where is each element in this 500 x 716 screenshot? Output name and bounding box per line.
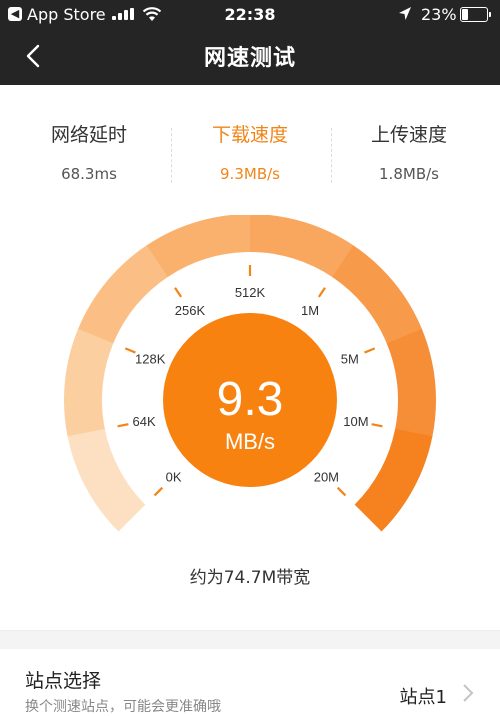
gauge-tick xyxy=(317,287,326,298)
gauge-tick xyxy=(364,347,376,354)
stat-latency-label: 网络延时 xyxy=(50,124,127,146)
battery-fill xyxy=(462,9,468,20)
status-bar: ◀ App Store 22:38 23% xyxy=(0,0,500,30)
gauge-tick-label: 1M xyxy=(301,303,319,318)
stat-latency-value: 68.3ms xyxy=(61,165,117,183)
battery-percentage: 23% xyxy=(421,5,457,24)
site-selection-row[interactable]: 站点选择 换个测速站点，可能会更准确哦 站点1 xyxy=(0,649,500,715)
gauge-tick xyxy=(371,423,383,428)
gauge-segment xyxy=(78,244,169,344)
gauge-tick-label: 0K xyxy=(166,469,182,484)
gauge-tick-label: 5M xyxy=(341,352,359,367)
gauge-tick-label: 20M xyxy=(314,469,339,484)
stat-download-value: 9.3MB/s xyxy=(220,165,280,183)
gauge-speed-value: 9.3 xyxy=(217,373,284,426)
bandwidth-estimate: 约为74.7M带宽 xyxy=(189,568,311,588)
gauge-tick xyxy=(124,347,136,354)
gauge-segment xyxy=(63,327,114,437)
selected-site: 站点1 xyxy=(399,687,447,708)
gauge-segment xyxy=(146,215,251,277)
gauge-tick-label: 128K xyxy=(135,352,166,367)
gauge-tick-label: 10M xyxy=(343,414,368,429)
gauge-speed-unit: MB/s xyxy=(225,429,275,454)
speed-stats: 网络延时 68.3ms 下载速度 9.3MB/s 上传速度 1.8MB/s xyxy=(0,120,500,200)
location-arrow-icon xyxy=(399,7,411,20)
chevron-right-icon xyxy=(463,684,474,702)
gauge-tick-label: 512K xyxy=(235,285,266,300)
gauge-segment xyxy=(386,328,436,438)
top-bar: ◀ App Store 22:38 23% 网速测试 xyxy=(0,0,500,85)
gauge-segment xyxy=(67,428,146,532)
stat-upload: 上传速度 1.8MB/s xyxy=(326,120,492,183)
speed-gauge: 0K 64K 128K 256K 512K 1M 5M 10M 20M 9.3 MB/s xyxy=(63,215,436,532)
gauge-tick xyxy=(174,287,183,298)
gauge-segment xyxy=(354,428,433,532)
stat-upload-value: 1.8MB/s xyxy=(379,165,439,183)
gauge-tick-label: 64K xyxy=(133,414,156,429)
stat-latency: 网络延时 68.3ms xyxy=(6,120,172,183)
stat-download-label: 下载速度 xyxy=(211,124,288,146)
gauge-tick-label: 256K xyxy=(175,303,206,318)
site-selection-subtitle: 换个测速站点，可能会更准确哦 xyxy=(25,699,221,715)
page-title: 网速测试 xyxy=(203,46,296,71)
gauge-tick xyxy=(117,423,129,428)
gauge-tick xyxy=(336,486,347,497)
site-selection-title: 站点选择 xyxy=(25,670,102,692)
stat-upload-label: 上传速度 xyxy=(370,124,447,146)
stat-download: 下载速度 9.3MB/s xyxy=(167,120,333,183)
section-divider xyxy=(0,630,500,649)
battery-icon xyxy=(460,7,491,22)
gauge-tick xyxy=(153,486,164,497)
gauge-segment xyxy=(332,245,423,345)
